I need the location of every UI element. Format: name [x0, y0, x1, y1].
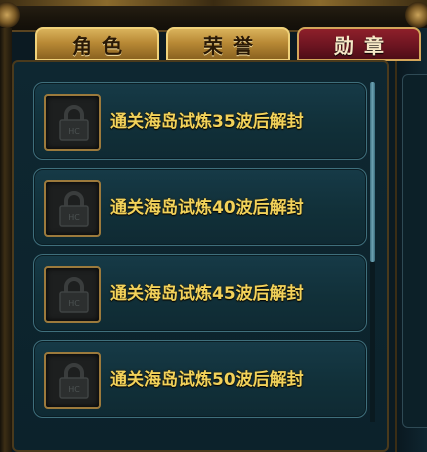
frame-corner-right: [405, 2, 427, 28]
svg-text:HC: HC: [68, 127, 80, 136]
frame-ornament: [0, 0, 427, 6]
tab-honor-label: 荣誉: [203, 33, 263, 58]
medal-unlock-text: 通关海岛试炼45波后解封: [110, 284, 304, 304]
lock-icon: HC: [59, 277, 89, 313]
medal-row[interactable]: HC 通关海岛试炼40波后解封: [33, 168, 367, 246]
side-panel: [402, 74, 427, 428]
medal-row[interactable]: HC 通关海岛试炼50波后解封: [33, 340, 367, 418]
frame-corner-left: [0, 2, 20, 28]
tab-character-label: 角色: [72, 33, 132, 58]
tab-honor[interactable]: 荣誉: [166, 27, 290, 61]
lock-icon: HC: [59, 191, 89, 227]
svg-text:HC: HC: [68, 385, 80, 394]
medal-slot: HC: [44, 94, 101, 151]
frame-left: [0, 28, 12, 452]
tab-character[interactable]: 角色: [35, 27, 159, 61]
medal-slot: HC: [44, 266, 101, 323]
tab-medals-label: 勋章: [334, 33, 394, 58]
medal-row[interactable]: HC 通关海岛试炼35波后解封: [33, 82, 367, 160]
medal-row[interactable]: HC 通关海岛试炼45波后解封: [33, 254, 367, 332]
scrollbar[interactable]: [370, 82, 375, 422]
lock-icon: HC: [59, 363, 89, 399]
medal-unlock-text: 通关海岛试炼50波后解封: [110, 370, 304, 390]
svg-text:HC: HC: [68, 213, 80, 222]
game-window: 角色 荣誉 勋章 HC 通关海岛试炼35波后解封 HC 通关海岛试炼40波后解封…: [0, 0, 427, 452]
medal-unlock-text: 通关海岛试炼40波后解封: [110, 198, 304, 218]
svg-text:HC: HC: [68, 299, 80, 308]
tab-medals[interactable]: 勋章: [297, 27, 421, 61]
medal-slot: HC: [44, 352, 101, 409]
lock-icon: HC: [59, 105, 89, 141]
scrollbar-thumb[interactable]: [370, 82, 375, 262]
medal-unlock-text: 通关海岛试炼35波后解封: [110, 112, 304, 132]
medal-slot: HC: [44, 180, 101, 237]
